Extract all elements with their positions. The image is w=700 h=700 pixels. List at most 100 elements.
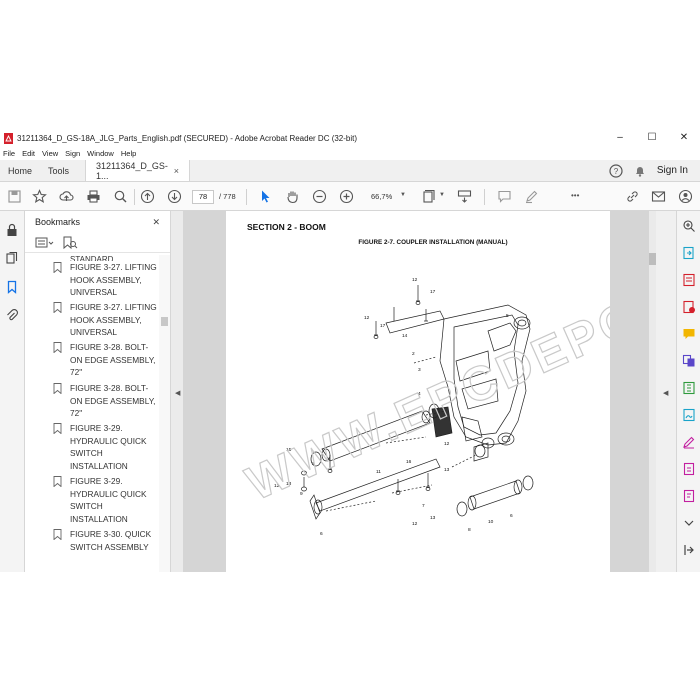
- bookmarks-scroll-thumb[interactable]: [161, 317, 168, 326]
- zoom-out-icon[interactable]: [312, 189, 327, 204]
- callout-label: 14: [402, 333, 408, 339]
- bookmark-item[interactable]: FIGURE 3-27. LIFTING HOOK ASSEMBLY, UNIV…: [53, 261, 157, 299]
- maximize-button[interactable]: ☐: [636, 129, 668, 147]
- coupler-exploded-drawing: 12 17 12 17 14 5 2 15 3 2 4 16 11 12 13 …: [274, 277, 534, 537]
- lock-icon[interactable]: [5, 223, 19, 237]
- right-panel-gutter[interactable]: ◀: [656, 211, 676, 572]
- help-icon[interactable]: ?: [609, 163, 623, 178]
- bookmark-item[interactable]: FIGURE 3-29. HYDRAULIC QUICK SWITCH INST…: [53, 475, 157, 525]
- zoom-in-icon[interactable]: [339, 189, 354, 204]
- bookmark-item[interactable]: FIGURE 3-27. LIFTING HOOK ASSEMBLY, UNIV…: [53, 301, 157, 339]
- callout-label: 7: [422, 503, 425, 509]
- document-scrollbar[interactable]: [649, 211, 656, 572]
- menu-sign[interactable]: Sign: [65, 149, 80, 158]
- zoom-dropdown-chevron-icon[interactable]: ▼: [400, 192, 406, 198]
- export-pdf-icon[interactable]: [682, 246, 696, 260]
- collapse-left-arrow-icon[interactable]: ◀: [175, 389, 180, 397]
- print-icon[interactable]: [86, 189, 101, 204]
- bookmarks-scrollbar[interactable]: [159, 255, 170, 572]
- bookmark-label: FIGURE 3-28. BOLT-ON EDGE ASSEMBLY, 72": [70, 383, 156, 418]
- zoom-level[interactable]: 66,7%: [371, 192, 392, 201]
- bookmarks-title: Bookmarks: [35, 217, 81, 227]
- highlight-pen-icon[interactable]: [524, 189, 539, 204]
- sign-in-link[interactable]: Sign In: [657, 165, 688, 176]
- notifications-bell-icon[interactable]: [633, 164, 647, 178]
- bookmark-star-icon[interactable]: [32, 189, 47, 204]
- main-toolbar: 78 / 778 66,7% ▼ ▼ •••: [0, 182, 700, 211]
- tab-row: Home Tools 31211364_D_GS-1... × ? Sign I…: [0, 160, 700, 182]
- keyboard-scroll-icon[interactable]: [457, 189, 472, 204]
- menu-window[interactable]: Window: [87, 149, 114, 158]
- fit-page-icon[interactable]: [422, 189, 437, 204]
- sign-pen-icon[interactable]: [682, 435, 696, 449]
- menu-file[interactable]: File: [3, 149, 15, 158]
- page-number-input[interactable]: 78: [192, 190, 214, 204]
- menu-edit[interactable]: Edit: [22, 149, 35, 158]
- minimize-button[interactable]: –: [604, 129, 636, 147]
- tab-tools[interactable]: Tools: [40, 160, 77, 181]
- bookmark-item[interactable]: FIGURE 3-30. QUICK SWITCH ASSEMBLY: [53, 528, 157, 553]
- account-icon[interactable]: [678, 189, 693, 204]
- document-scroll-thumb[interactable]: [649, 253, 656, 265]
- callout-label: 13: [286, 481, 292, 487]
- fill-sign-icon[interactable]: [682, 408, 696, 422]
- comment-icon[interactable]: [497, 189, 512, 204]
- create-pdf-icon[interactable]: [682, 300, 696, 314]
- tab-document-label: 31211364_D_GS-1...: [96, 160, 168, 181]
- bookmarks-close-button[interactable]: ✕: [152, 217, 160, 228]
- send-for-review-icon[interactable]: [682, 489, 696, 503]
- callout-label: 11: [376, 469, 381, 475]
- page-thumbnails-icon[interactable]: [5, 251, 19, 265]
- organize-pages-icon[interactable]: [682, 273, 696, 287]
- document-viewport[interactable]: SECTION 2 - BOOM FIGURE 2-7. COUPLER INS…: [183, 211, 656, 572]
- bookmark-label: FIGURE 3-29. HYDRAULIC QUICK SWITCH INST…: [70, 476, 147, 524]
- cloud-upload-icon[interactable]: [59, 189, 74, 204]
- save-icon[interactable]: [7, 189, 22, 204]
- close-window-button[interactable]: ✕: [668, 129, 700, 147]
- find-bookmark-icon[interactable]: [61, 236, 81, 250]
- callout-label: 2: [312, 461, 315, 467]
- combine-files-icon[interactable]: [682, 354, 696, 368]
- callout-label: 3: [418, 367, 421, 373]
- expand-right-arrow-icon[interactable]: ◀: [663, 389, 668, 397]
- callout-label: 2: [412, 351, 415, 357]
- toolbar-separator: [484, 189, 485, 205]
- zoom-search-icon[interactable]: [113, 189, 128, 204]
- bookmark-icon: [53, 262, 62, 273]
- fit-dropdown-chevron-icon[interactable]: ▼: [439, 192, 445, 198]
- callout-label: 12: [444, 441, 450, 447]
- hand-tool-icon[interactable]: [285, 189, 300, 204]
- bookmark-options-icon[interactable]: [35, 236, 55, 250]
- page-down-icon[interactable]: [167, 189, 182, 204]
- compress-pdf-icon[interactable]: [682, 381, 696, 395]
- attachments-paperclip-icon[interactable]: [5, 308, 19, 322]
- callout-label: 6: [320, 531, 323, 537]
- menu-bar: File Edit View Sign Window Help: [0, 147, 700, 160]
- select-cursor-icon[interactable]: [258, 189, 273, 204]
- bookmarks-panel-icon[interactable]: [5, 280, 19, 294]
- menu-view[interactable]: View: [42, 149, 58, 158]
- title-bar: 31211364_D_GS-18A_JLG_Parts_English.pdf …: [0, 129, 700, 147]
- share-link-icon[interactable]: [625, 189, 640, 204]
- tab-document[interactable]: 31211364_D_GS-1... ×: [85, 160, 191, 181]
- bookmark-item[interactable]: FIGURE 3-29. HYDRAULIC QUICK SWITCH INST…: [53, 422, 157, 472]
- bookmark-item[interactable]: FIGURE 3-28. BOLT-ON EDGE ASSEMBLY, 72": [53, 341, 157, 379]
- panel-collapse-gutter[interactable]: ◀: [171, 211, 183, 572]
- comment-tool-icon[interactable]: [682, 327, 696, 341]
- bookmark-icon: [53, 476, 62, 487]
- menu-help[interactable]: Help: [121, 149, 136, 158]
- more-tools-chevron-icon[interactable]: [682, 516, 696, 530]
- callout-label: 13: [444, 467, 450, 473]
- collapse-tools-icon[interactable]: [682, 543, 696, 557]
- tab-home[interactable]: Home: [0, 160, 40, 181]
- protect-pdf-icon[interactable]: [682, 462, 696, 476]
- bookmark-item[interactable]: FIGURE 3-28. BOLT-ON EDGE ASSEMBLY, 72": [53, 382, 157, 420]
- page-up-icon[interactable]: [140, 189, 155, 204]
- page-total: / 778: [219, 192, 236, 201]
- callout-label: 13: [430, 515, 436, 521]
- tab-close-button[interactable]: ×: [174, 166, 179, 176]
- email-icon[interactable]: [651, 189, 666, 204]
- zoom-tool-icon[interactable]: [682, 219, 696, 233]
- callout-label: 8: [468, 527, 471, 533]
- more-tools-icon[interactable]: •••: [571, 191, 579, 200]
